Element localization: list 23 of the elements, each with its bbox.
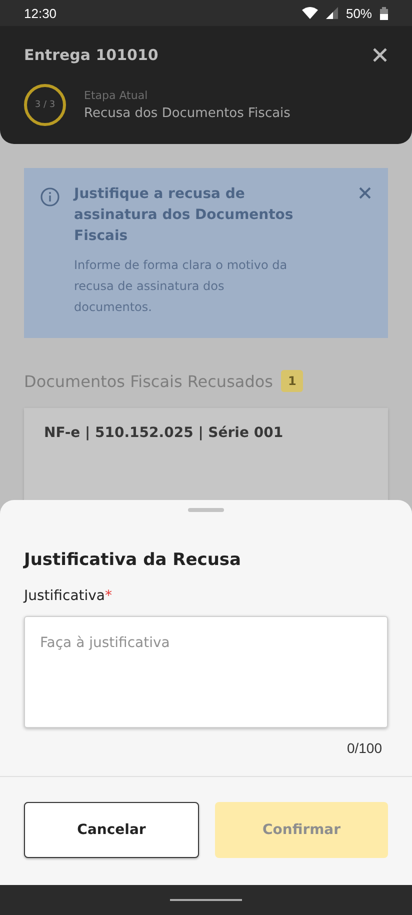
close-icon[interactable]: [372, 47, 388, 63]
section-title: Documentos Fiscais Recusados: [24, 372, 273, 390]
banner-title: Justifique a recusa de assinatura dos Documentos Fiscais: [74, 185, 294, 246]
status-time: 12:30: [24, 6, 57, 20]
step-label: Etapa Atual: [84, 89, 149, 102]
battery-level: 50%: [346, 6, 372, 20]
wifi-icon: [302, 7, 318, 19]
info-icon: [40, 187, 60, 207]
count-badge: 1: [281, 370, 304, 392]
drag-handle[interactable]: [188, 508, 224, 512]
delivery-title: Entrega 101010: [24, 46, 158, 64]
sheet-title: Justificativa da Recusa: [24, 550, 242, 570]
battery-icon: [380, 6, 388, 20]
step-ring: 3 / 3: [24, 84, 66, 126]
banner-message: Informe de forma clara o motivo da recusa de assinatura dos documentos.: [74, 257, 288, 316]
cancel-button[interactable]: Cancelar: [24, 802, 199, 858]
character-counter: 0/100: [346, 740, 382, 756]
document-title: NF-e | 510.152.025 | Série 001: [44, 425, 284, 441]
signal-icon: [326, 7, 338, 19]
field-label: Justificativa*: [24, 588, 114, 604]
step-name: Recusa dos Documentos Fiscais: [84, 106, 290, 121]
justification-field[interactable]: Faça à justificativa: [24, 616, 388, 728]
required-mark: *: [105, 588, 112, 604]
